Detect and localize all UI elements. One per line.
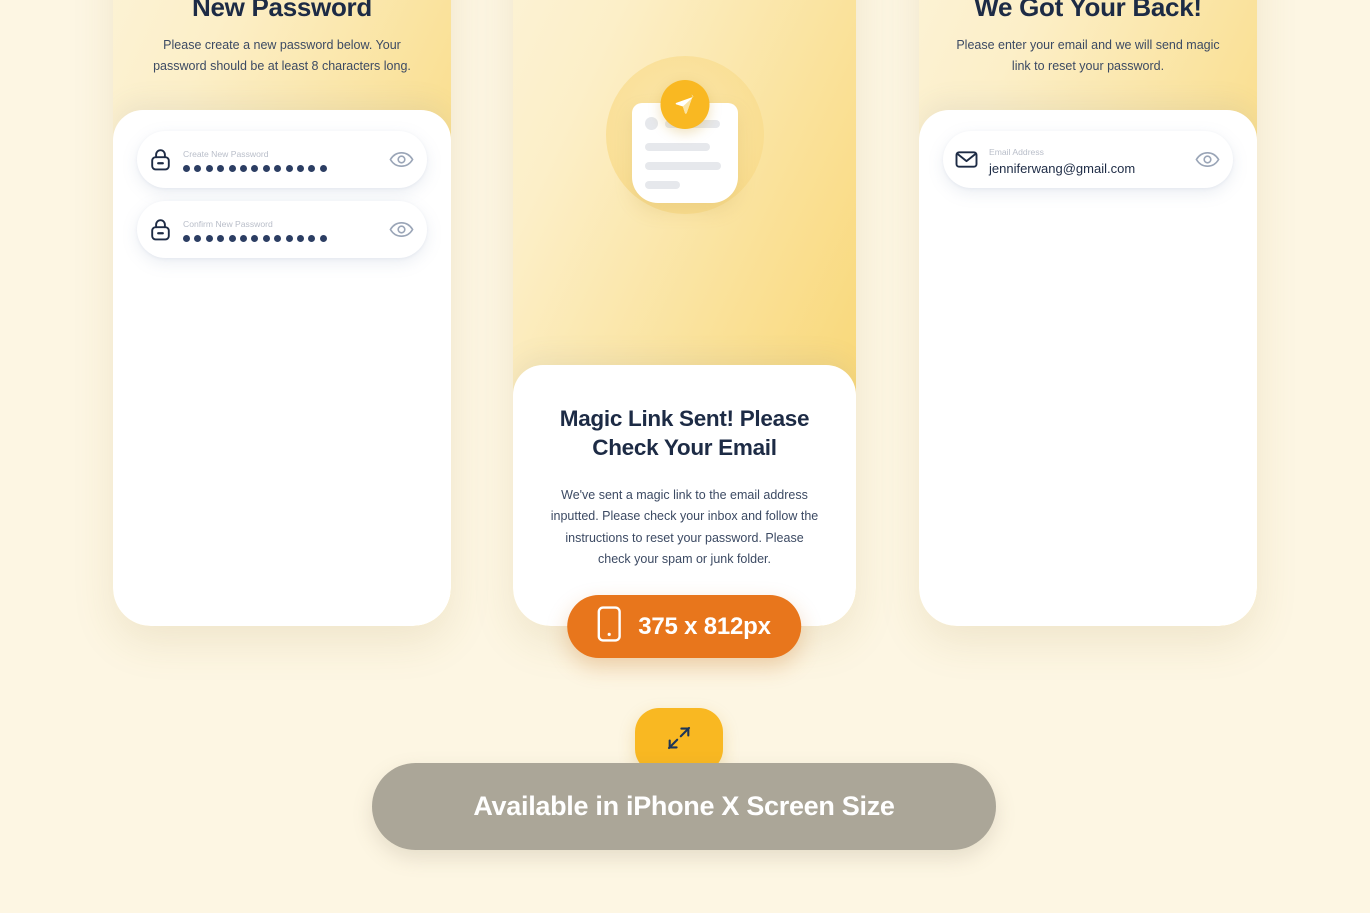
eye-icon[interactable] bbox=[1181, 151, 1233, 168]
page-subtitle: Please enter your email and we will send… bbox=[956, 38, 1220, 74]
confirm-password-body: Confirm New Password bbox=[183, 214, 375, 246]
we-got-your-back-sheet: Email Address jenniferwang@gmail.com Sen… bbox=[919, 110, 1257, 626]
email-address-value: jenniferwang@gmail.com bbox=[989, 160, 1136, 176]
page-subtitle: Please create a new password below. Your… bbox=[153, 38, 411, 74]
phone-mockup-we-got-your-back: We Got Your Back! Please enter your emai… bbox=[919, 0, 1257, 626]
document-line bbox=[644, 143, 710, 151]
new-password-header: New Password Please create a new passwor… bbox=[113, 0, 451, 77]
page-title: New Password bbox=[192, 0, 372, 22]
screen-size-badge[interactable]: 375 x 812px bbox=[567, 595, 801, 658]
field-label: Email Address bbox=[989, 146, 1044, 157]
screen-new-password: New Password Please create a new passwor… bbox=[113, 0, 451, 626]
mockup-canvas: New Password Please create a new passwor… bbox=[0, 0, 1370, 913]
screen-we-got-your-back: We Got Your Back! Please enter your emai… bbox=[919, 0, 1257, 626]
page-title: We Got Your Back! bbox=[974, 0, 1202, 22]
create-password-body: Create New Password bbox=[183, 144, 375, 176]
email-address-body: Email Address jenniferwang@gmail.com bbox=[989, 142, 1181, 178]
mobile-phone-icon bbox=[597, 606, 621, 647]
password-masked-value bbox=[183, 232, 369, 246]
phone-mockup-new-password: New Password Please create a new passwor… bbox=[113, 0, 451, 626]
lock-icon bbox=[137, 218, 183, 241]
availability-banner-label: Available in iPhone X Screen Size bbox=[473, 791, 895, 821]
magic-link-sheet: Magic Link Sent! Please Check Your Email… bbox=[513, 365, 856, 626]
we-got-your-back-header: We Got Your Back! Please enter your emai… bbox=[919, 0, 1257, 77]
availability-banner: Available in iPhone X Screen Size bbox=[372, 763, 996, 850]
magic-link-illustration bbox=[605, 56, 764, 214]
new-password-sheet: Create New Password Confirm New Password bbox=[113, 110, 451, 626]
document-avatar-dot bbox=[644, 117, 658, 130]
field-label: Create New Password bbox=[183, 148, 269, 159]
confirm-password-field[interactable]: Confirm New Password bbox=[137, 201, 427, 258]
field-label: Confirm New Password bbox=[183, 218, 273, 229]
phone-mockup-magic-link-sent: Magic Link Sent! Please Check Your Email… bbox=[513, 0, 856, 626]
password-masked-value bbox=[183, 162, 369, 176]
screen-size-badge-label: 375 x 812px bbox=[638, 612, 771, 640]
eye-icon[interactable] bbox=[375, 221, 427, 238]
document-line bbox=[644, 162, 721, 170]
document-line bbox=[644, 181, 680, 189]
create-password-field[interactable]: Create New Password bbox=[137, 131, 427, 188]
screen-magic-link-sent: Magic Link Sent! Please Check Your Email… bbox=[513, 0, 856, 626]
shrink-arrows-icon bbox=[666, 725, 692, 756]
magic-link-title: Magic Link Sent! Please Check Your Email bbox=[559, 406, 810, 461]
email-address-field[interactable]: Email Address jenniferwang@gmail.com bbox=[943, 131, 1233, 188]
magic-link-body: We've sent a magic link to the email add… bbox=[550, 487, 819, 567]
envelope-icon bbox=[943, 150, 989, 169]
paper-plane-icon bbox=[660, 80, 709, 129]
lock-icon bbox=[137, 148, 183, 171]
eye-icon[interactable] bbox=[375, 151, 427, 168]
